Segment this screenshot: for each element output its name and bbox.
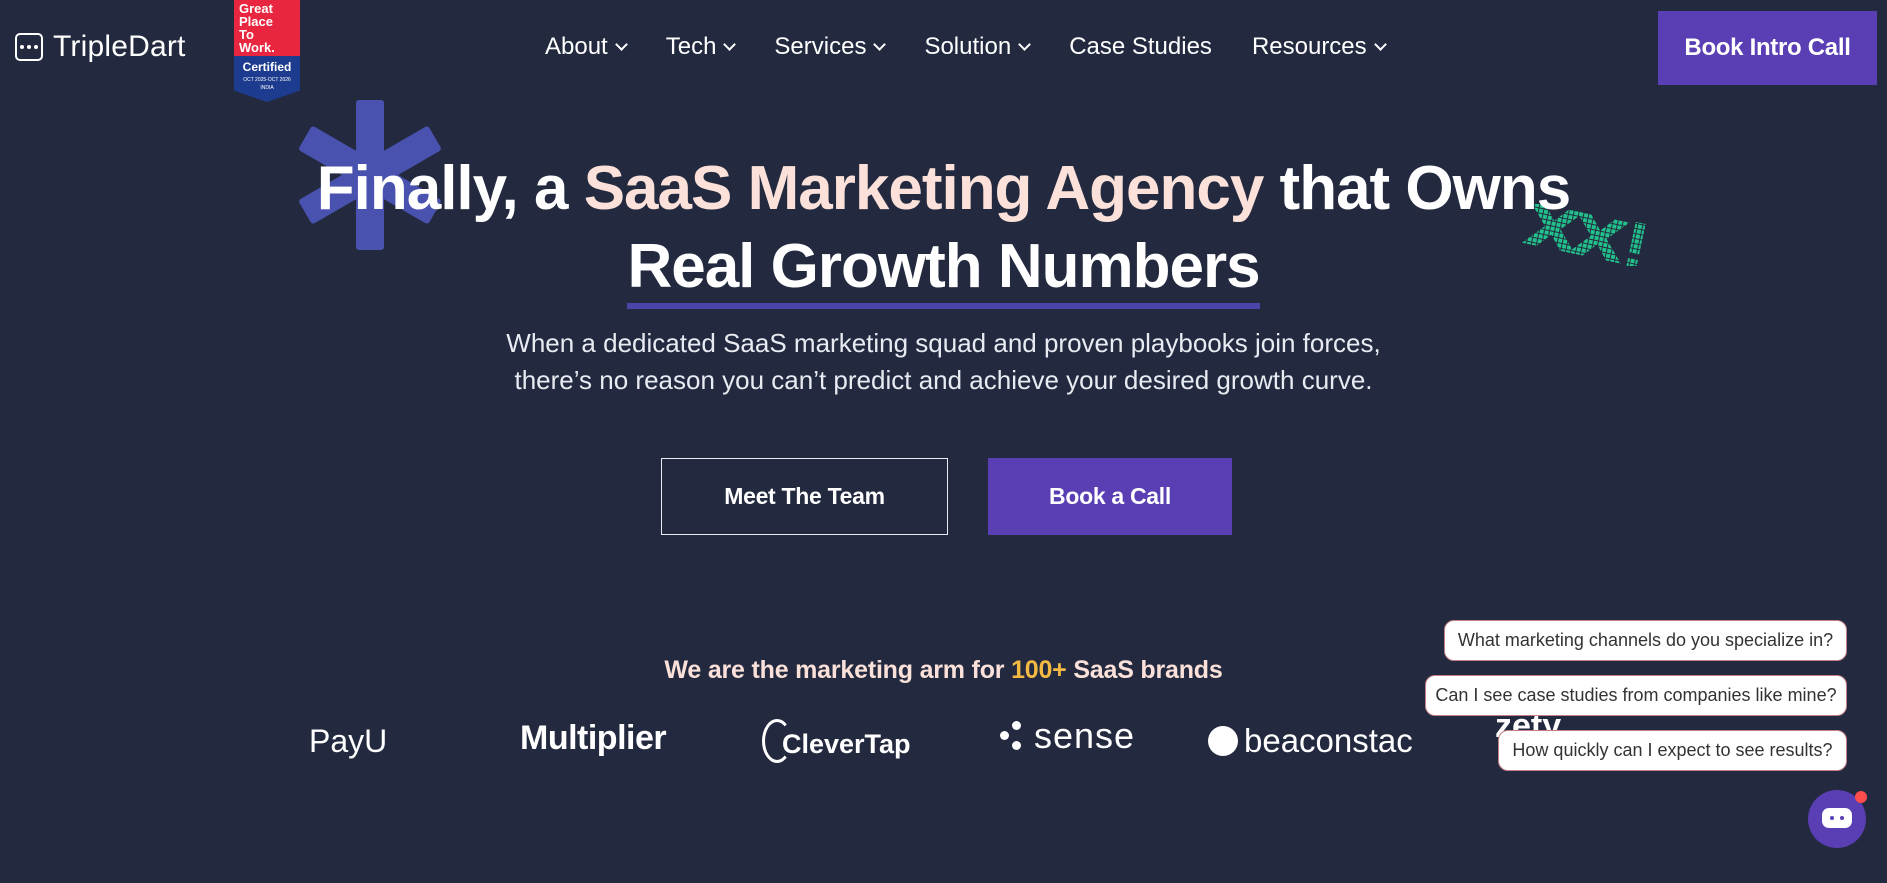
chevron-down-icon <box>1373 38 1387 51</box>
hero-title: Finally, a SaaS Marketing Agency that Ow… <box>0 150 1887 309</box>
main-nav: About Tech Services Solution Case Studie… <box>545 33 1387 61</box>
notification-dot <box>1855 791 1867 803</box>
beaconstac-icon <box>1208 726 1238 756</box>
hero-title-underlined: Real Growth Numbers <box>627 228 1261 309</box>
hero-title-accent: SaaS Marketing Agency <box>583 154 1265 223</box>
brand-logo-payu: PayU <box>309 723 388 759</box>
site-logo[interactable]: TripleDart <box>15 30 186 64</box>
chat-suggestion-channels[interactable]: What marketing channels do you specializ… <box>1444 620 1847 661</box>
brand-logo-beaconstac: beaconstac <box>1208 722 1413 760</box>
chat-suggestion-results[interactable]: How quickly can I expect to see results? <box>1498 730 1847 771</box>
nav-item-resources[interactable]: Resources <box>1252 33 1387 61</box>
brand-logo-sense: sense <box>1000 715 1135 757</box>
chevron-down-icon <box>873 38 887 51</box>
brand-logo-clevertap: CleverTap <box>762 719 911 763</box>
chevron-down-icon <box>1018 38 1032 51</box>
chat-launcher-button[interactable] <box>1808 790 1867 848</box>
hero-subtitle: When a dedicated SaaS marketing squad an… <box>506 328 1381 395</box>
chat-bubble-icon <box>1822 808 1852 828</box>
great-place-to-work-badge: Great Place To Work. Certified OCT 2025-… <box>234 0 300 102</box>
logo-icon <box>15 33 43 61</box>
sense-dots-icon <box>1000 719 1022 753</box>
brand-logo-multiplier: Multiplier <box>520 719 667 757</box>
nav-item-case-studies[interactable]: Case Studies <box>1069 33 1212 61</box>
logo-text: TripleDart <box>53 30 186 63</box>
meet-the-team-button[interactable]: Meet The Team <box>661 458 948 535</box>
chevron-down-icon <box>614 38 628 51</box>
nav-item-about[interactable]: About <box>545 33 628 61</box>
chat-suggestion-case-studies[interactable]: Can I see case studies from companies li… <box>1425 675 1847 716</box>
chevron-down-icon <box>723 38 737 51</box>
book-a-call-button[interactable]: Book a Call <box>988 458 1232 535</box>
nav-item-services[interactable]: Services <box>774 33 887 61</box>
nav-item-tech[interactable]: Tech <box>666 33 737 61</box>
nav-item-solution[interactable]: Solution <box>924 33 1032 61</box>
book-intro-call-button[interactable]: Book Intro Call <box>1658 11 1877 85</box>
